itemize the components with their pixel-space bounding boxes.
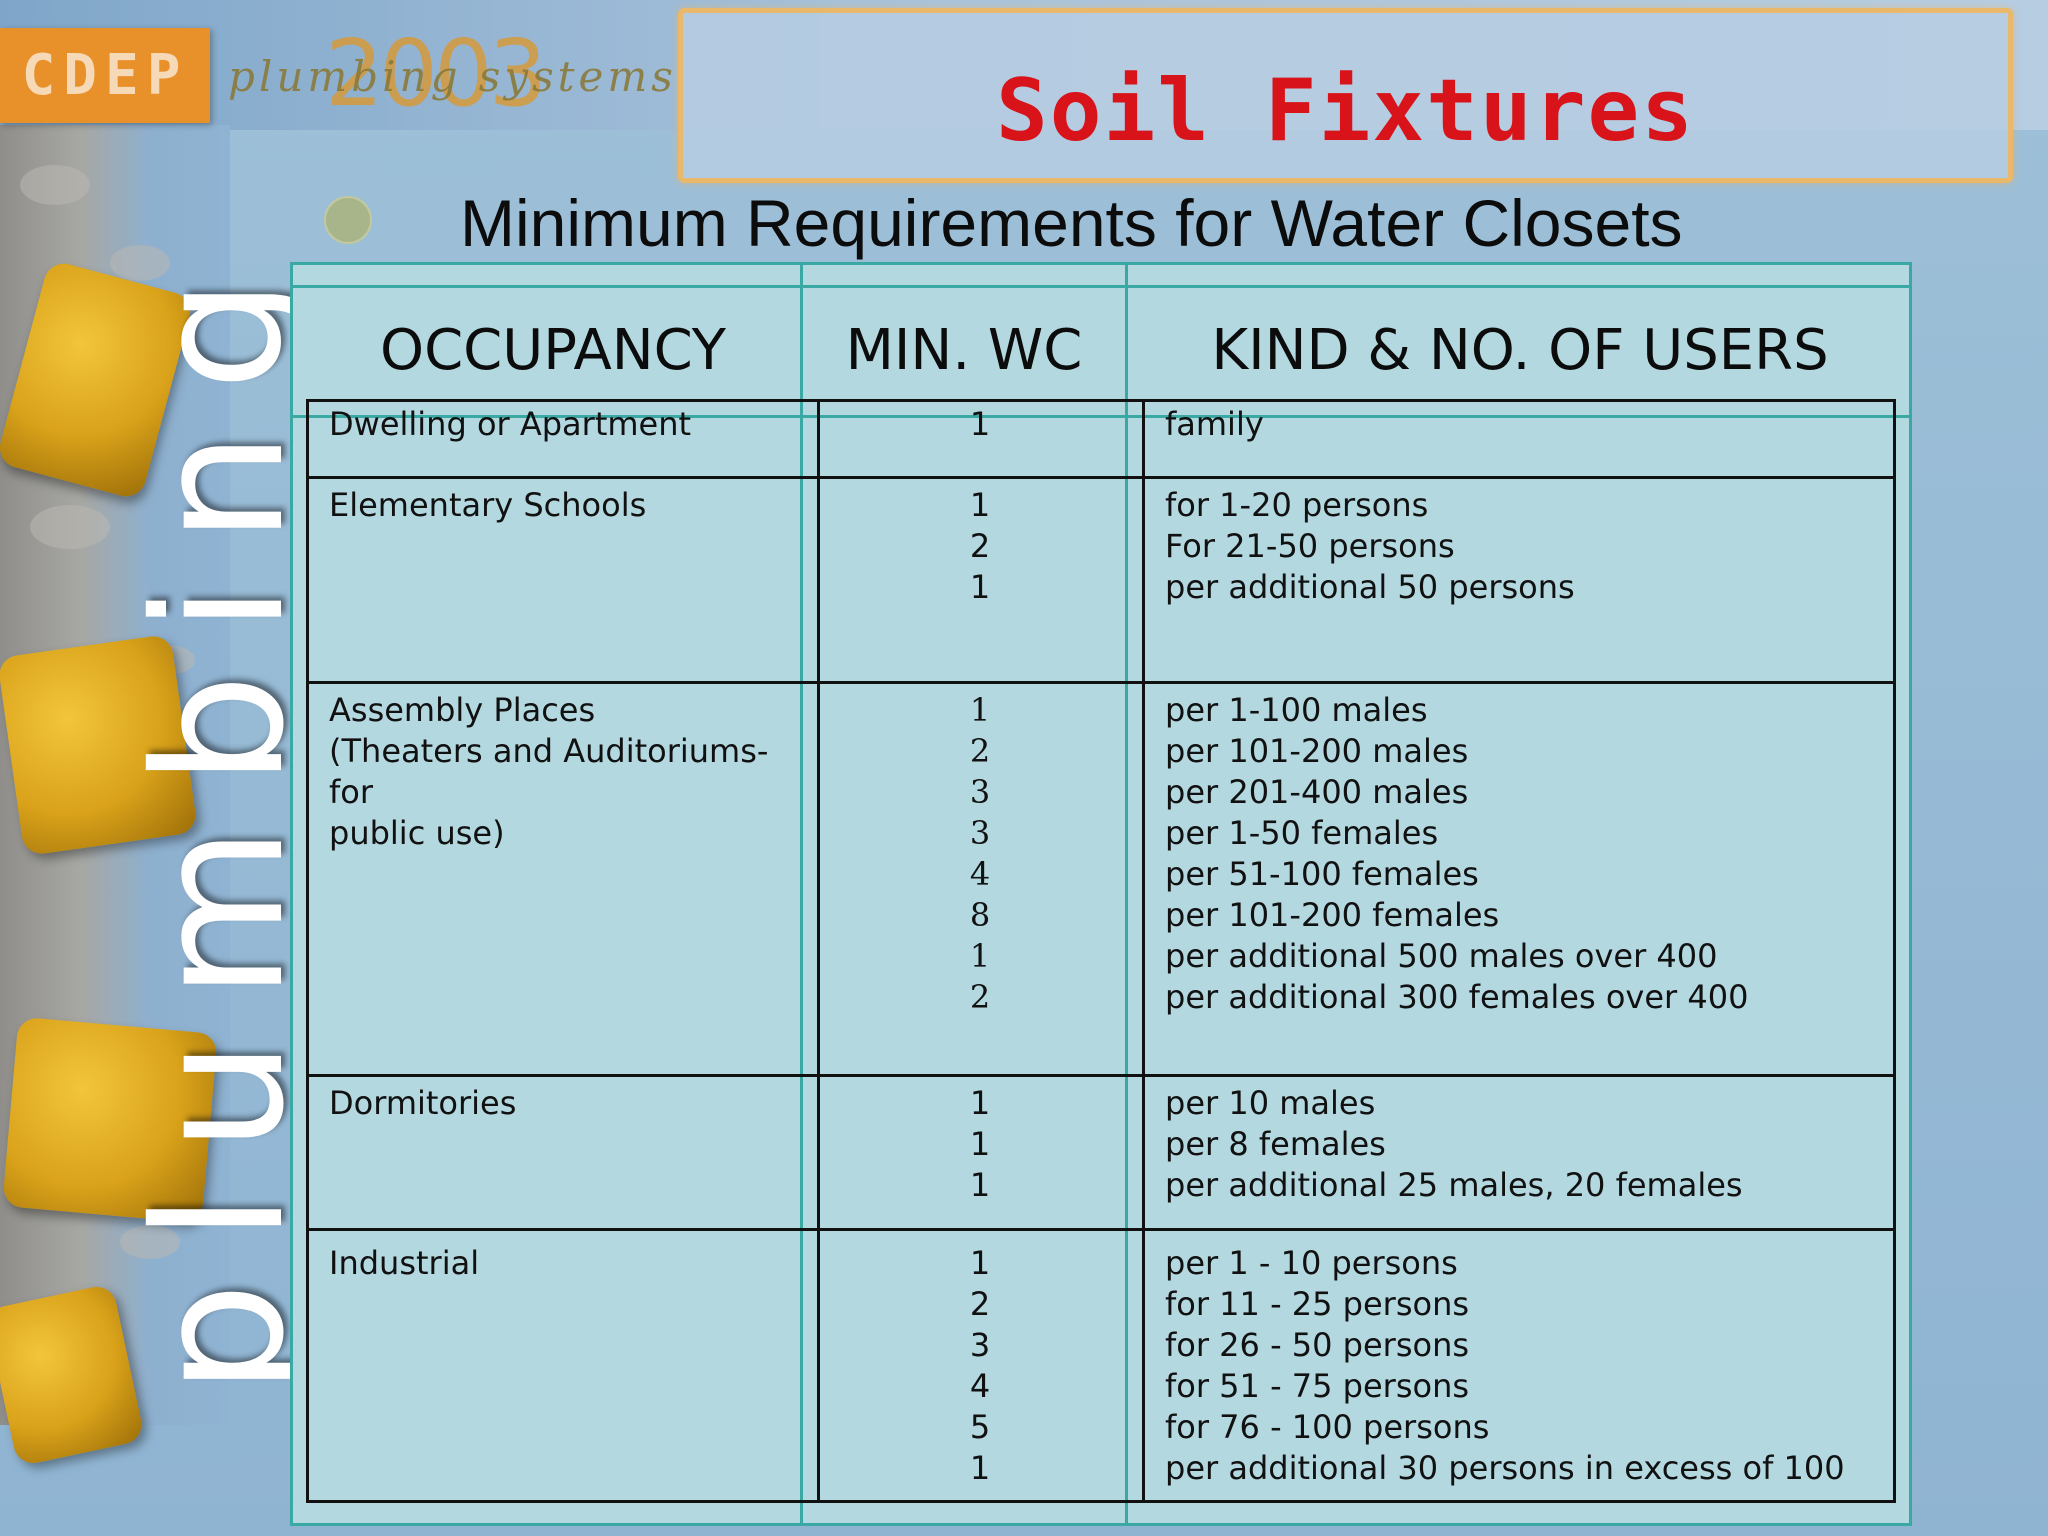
users-cell: per 10 males per 8 females per additiona… [1165, 1084, 1743, 1204]
occupancy-cell: Dormitories [329, 1084, 517, 1122]
row-divider [290, 285, 1912, 288]
cell-border [817, 1077, 820, 1231]
users-cell: family [1165, 405, 1264, 443]
min-wc-cell: 1 2 3 4 5 1 [969, 1244, 991, 1487]
occupancy-cell: Elementary Schools [329, 486, 647, 524]
cdep-logo: CDEP [0, 28, 210, 123]
header-min-wc: MIN. WC [845, 318, 1083, 383]
cell-border [1142, 684, 1145, 1077]
occupancy-cell: Industrial [329, 1244, 480, 1282]
occupancy-cell: Dwelling or Apartment [329, 405, 692, 443]
plumbing-side-label: plumbing [116, 238, 323, 1395]
cell-border [1142, 402, 1145, 479]
min-wc-cell: 1 [969, 405, 991, 443]
users-cell: for 1-20 persons For 21-50 persons per a… [1165, 486, 1575, 606]
slide-title: Soil Fixtures [995, 61, 1696, 161]
table-row: Elementary Schools 1 2 1 for 1-20 person… [306, 476, 1896, 684]
logo-tagline: plumbing systems [228, 52, 677, 101]
cell-border [1142, 1077, 1145, 1231]
table-row: Industrial 1 2 3 4 5 1 per 1 - 10 person… [306, 1228, 1896, 1503]
slide-subtitle: Minimum Requirements for Water Closets [460, 186, 1683, 260]
table-row: Dwelling or Apartment 1 family [306, 399, 1896, 479]
cell-border [817, 479, 820, 684]
table-row: Assembly Places (Theaters and Auditorium… [306, 681, 1896, 1077]
header-users: KIND & NO. OF USERS [1211, 318, 1829, 383]
title-box: Soil Fixtures [678, 8, 2013, 183]
requirements-table: Dwelling or Apartment 1 family Elementar… [306, 399, 1896, 1503]
cell-border [1142, 479, 1145, 684]
occupancy-cell: Assembly Places (Theaters and Auditorium… [329, 691, 769, 852]
users-cell: per 1 - 10 persons for 11 - 25 persons f… [1165, 1244, 1845, 1487]
table-row: Dormitories 1 1 1 per 10 males per 8 fem… [306, 1074, 1896, 1231]
min-wc-cell: 1 1 1 [969, 1084, 991, 1204]
header-occupancy: OCCUPANCY [380, 318, 726, 383]
cell-border [817, 1231, 820, 1503]
cell-border [1142, 1231, 1145, 1503]
bullet-icon [324, 196, 372, 244]
logo-text: CDEP [21, 43, 189, 108]
min-wc-cell: 1 2 1 [969, 486, 991, 606]
cell-border [817, 684, 820, 1077]
min-wc-cell: 1 2 3 3 4 8 1 2 [969, 691, 991, 1016]
cell-border [817, 402, 820, 479]
users-cell: per 1-100 males per 101-200 males per 20… [1165, 691, 1749, 1016]
